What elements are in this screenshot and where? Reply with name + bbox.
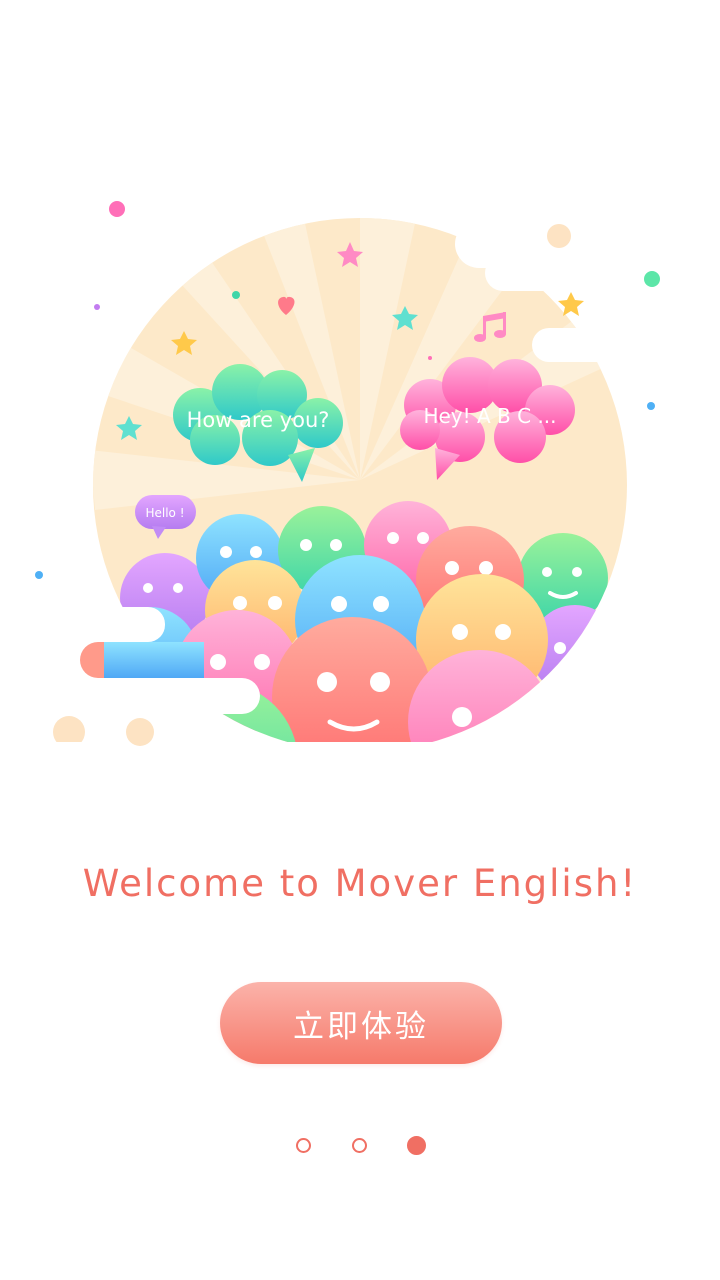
pagination-dot-3-active[interactable] [407, 1136, 426, 1155]
confetti-dot [109, 201, 125, 217]
confetti-dot [647, 402, 655, 410]
confetti-dot [35, 571, 43, 579]
confetti-dot [644, 271, 660, 287]
pagination-dot-1[interactable] [296, 1138, 311, 1153]
pagination-dot-2[interactable] [352, 1138, 367, 1153]
onboarding-illustration: How are you? Hey! A B C ... Hello ! [0, 201, 720, 800]
speech-bubble-left-text: How are you? [187, 408, 330, 432]
speech-bubble-right-text: Hey! A B C ... [423, 404, 556, 428]
try-now-button[interactable]: 立即体验 [220, 982, 502, 1064]
speech-bubble-small-text: Hello ! [145, 506, 184, 520]
welcome-title: Welcome to Mover English! [82, 862, 638, 905]
confetti-dot [94, 304, 100, 310]
confetti-dot [232, 291, 240, 299]
confetti-dot [547, 224, 571, 248]
pagination-dots [0, 1136, 720, 1156]
confetti-dot [428, 356, 432, 360]
